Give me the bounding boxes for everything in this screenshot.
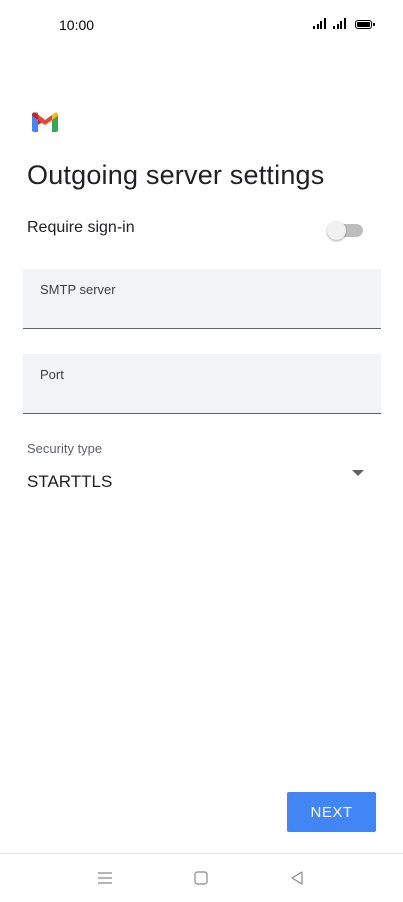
smtp-server-input[interactable] [40,302,360,319]
home-icon[interactable] [189,866,213,890]
next-button[interactable]: NEXT [287,792,376,832]
nav-divider [0,853,403,854]
port-label: Port [40,367,64,382]
battery-icon [355,20,375,29]
smtp-server-field[interactable]: SMTP server [23,269,381,329]
status-time: 10:00 [59,17,95,33]
status-bar: 10:00 [0,0,403,52]
gmail-logo [32,112,58,132]
smtp-server-label: SMTP server [40,282,116,297]
dropdown-arrow-icon[interactable] [352,470,364,476]
require-signin-toggle[interactable] [327,221,363,240]
page-title: Outgoing server settings [27,160,325,190]
security-type-label: Security type [27,441,103,456]
port-field[interactable]: Port [23,354,381,414]
signal-icon [333,17,346,29]
toggle-thumb [327,221,346,240]
security-type-dropdown[interactable]: STARTTLS [27,472,112,492]
port-input[interactable] [40,387,360,404]
require-signin-label: Require sign-in [27,219,135,236]
back-icon[interactable] [285,866,309,890]
signal-icon [313,17,326,29]
menu-icon[interactable] [93,866,117,890]
